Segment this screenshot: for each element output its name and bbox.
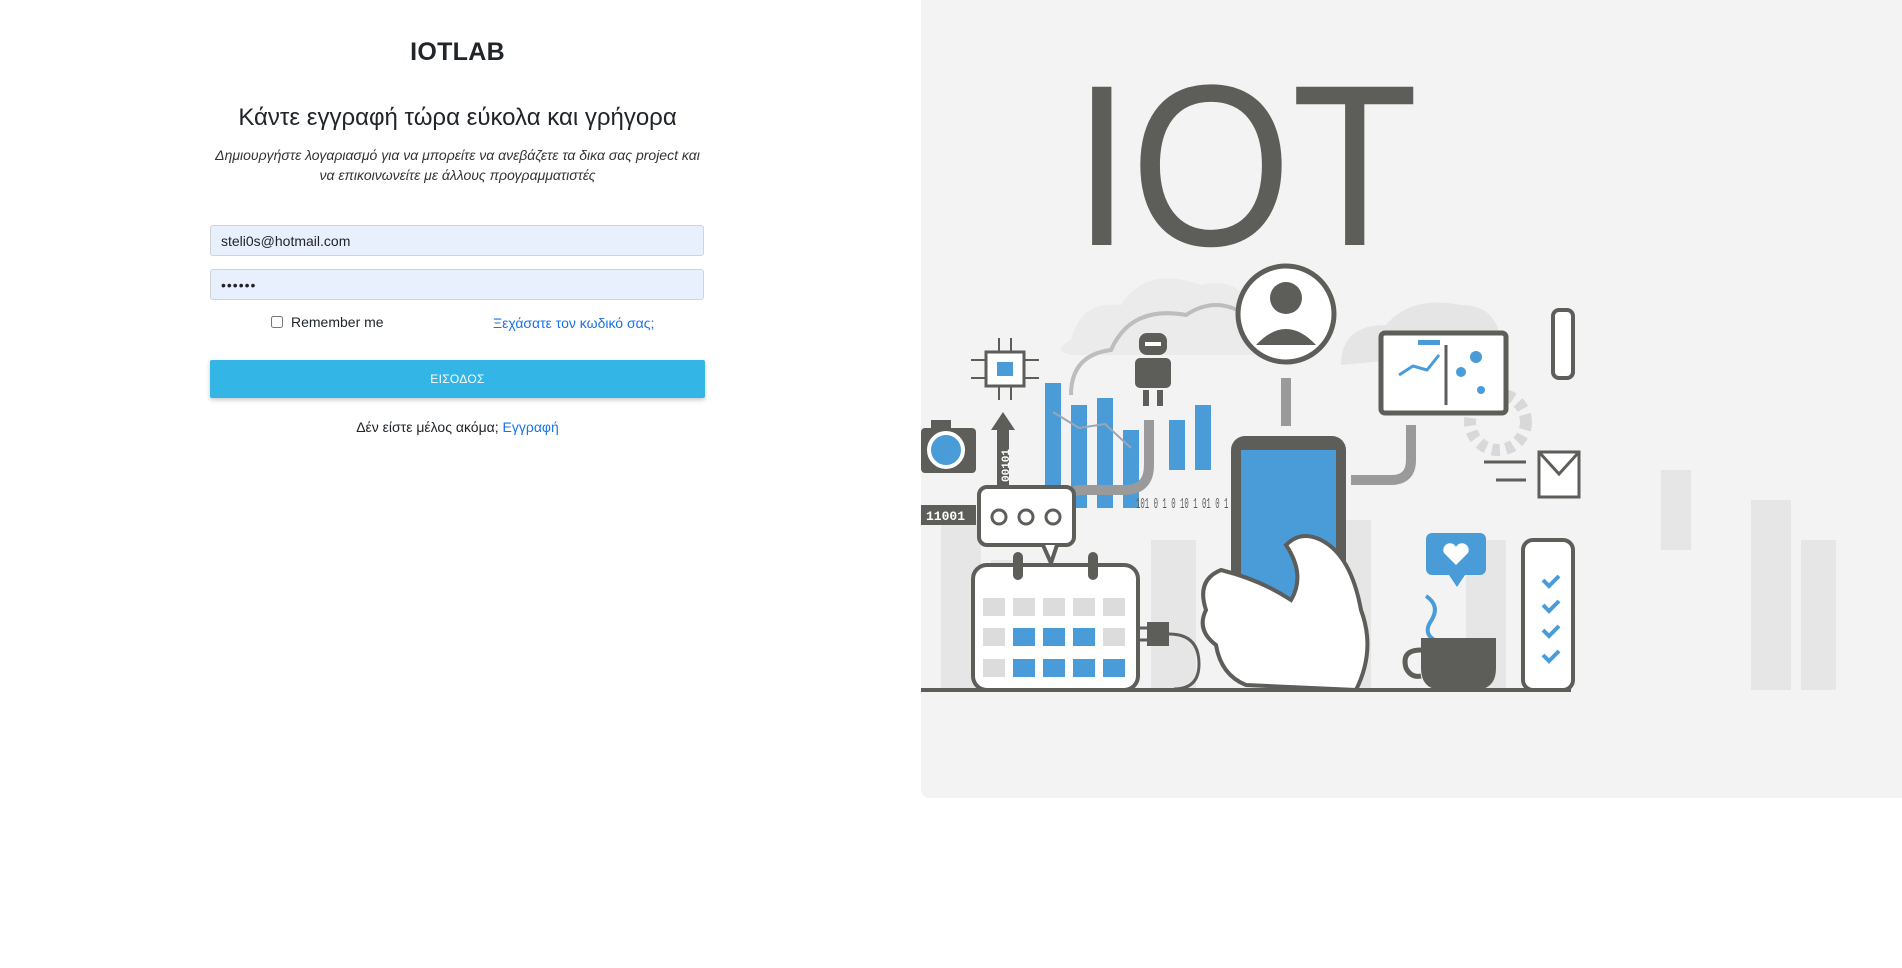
iot-illustration: IOT 00101 11001 101 0 1 0 10 1 01 0 1 1 … — [921, 0, 1902, 798]
binary-vertical: 00101 — [1001, 449, 1013, 482]
mail-icon — [1484, 450, 1581, 499]
forgot-password-link[interactable]: Ξεχάσατε τον κωδικό σας; — [493, 315, 654, 331]
chat-bubble-icon — [977, 485, 1076, 569]
pipe-right — [1351, 425, 1416, 485]
remember-me-label: Remember me — [291, 314, 384, 330]
brand-title: IOTLAB — [410, 38, 505, 66]
robot-icon — [1135, 333, 1171, 406]
binary-cloud: 101 0 1 0 10 1 01 0 1 1 0 — [1136, 496, 1246, 513]
illustration-title: IOT — [1073, 37, 1418, 294]
antenna-icon — [1281, 378, 1291, 426]
camera-icon — [921, 420, 976, 473]
password-field[interactable] — [210, 269, 704, 300]
binary-strip-label: 11001 — [926, 509, 965, 524]
login-panel: IOTLAB Κάντε εγγραφή τώρα εύκολα και γρή… — [0, 0, 915, 968]
remember-me[interactable]: Remember me — [271, 314, 384, 330]
login-button[interactable]: ΕΙΣΟΔΟΣ — [210, 360, 705, 398]
chip-icon — [971, 338, 1039, 400]
user-avatar-icon — [1235, 263, 1337, 365]
remember-me-checkbox[interactable] — [271, 316, 283, 328]
page-heading: Κάντε εγγραφή τώρα εύκολα και γρήγορα — [238, 104, 677, 131]
checklist-icon — [1521, 538, 1575, 692]
trend-line — [1052, 411, 1132, 449]
dashboard-icon — [1378, 330, 1509, 416]
calendar-icon — [971, 552, 1140, 692]
email-field[interactable] — [210, 225, 704, 256]
signup-row: Δέν είστε μέλος ακόμα; Εγγραφή — [0, 419, 915, 435]
tablet-edge-icon — [1551, 308, 1575, 380]
page-subtext: Δημιουργήστε λογαριασμό για να μπορείτε … — [215, 147, 700, 183]
signup-prompt: Δέν είστε μέλος ακόμα; — [356, 419, 499, 435]
signup-link[interactable]: Εγγραφή — [503, 419, 559, 435]
